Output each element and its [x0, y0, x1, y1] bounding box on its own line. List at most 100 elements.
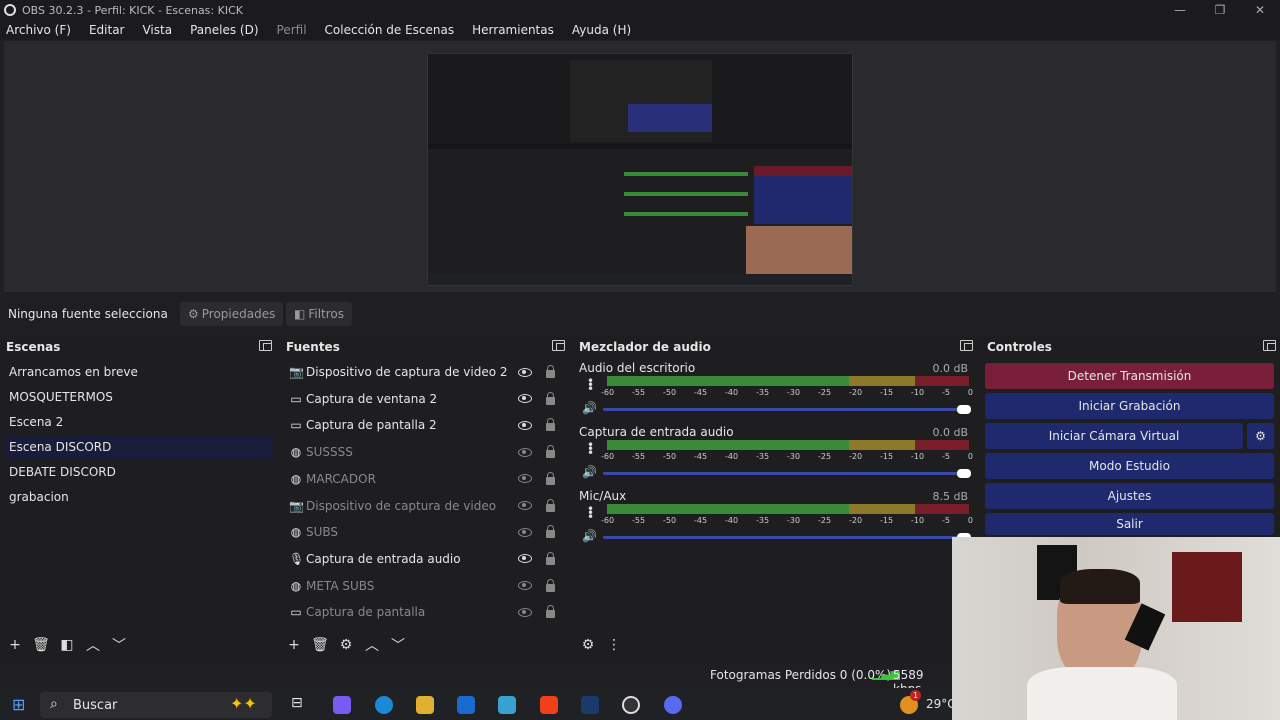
scene-item[interactable]: DEBATE DISCORD	[3, 460, 273, 484]
undock-icon[interactable]	[552, 340, 565, 351]
source-item[interactable]: 🎙 Captura de entrada audio	[287, 546, 565, 572]
start-recording-button[interactable]: Iniciar Grabación	[985, 393, 1274, 419]
steam-icon[interactable]	[581, 696, 599, 714]
add-icon[interactable]: +	[281, 637, 307, 653]
speaker-icon[interactable]: 🔊	[582, 529, 597, 543]
scene-item[interactable]: Escena 2	[3, 410, 273, 434]
visibility-eye-icon[interactable]	[518, 474, 532, 484]
lock-icon[interactable]	[546, 365, 555, 378]
lock-icon[interactable]	[546, 551, 555, 565]
up-icon[interactable]: ︿	[359, 635, 385, 655]
filters-label: Filtros	[308, 307, 345, 321]
lock-icon[interactable]	[546, 445, 555, 459]
undock-icon[interactable]	[960, 340, 973, 351]
visibility-eye-icon[interactable]	[518, 420, 532, 430]
outlook-icon[interactable]	[457, 696, 475, 714]
taskbar-search[interactable]: ⌕ Buscar ✦✦	[40, 692, 272, 718]
speaker-icon[interactable]: 🔊	[582, 401, 597, 415]
channel-db: 0.0 dB	[932, 426, 968, 439]
menu-coleccion[interactable]: Colección de Escenas	[325, 23, 455, 37]
lock-icon[interactable]	[546, 578, 555, 592]
source-item[interactable]: ◍ SUBS	[287, 519, 565, 545]
lock-icon[interactable]	[546, 498, 555, 512]
task-view-icon[interactable]: ⊟	[291, 695, 303, 711]
discord-icon[interactable]	[664, 696, 682, 714]
visibility-eye-icon[interactable]	[518, 581, 532, 591]
menu-herramientas[interactable]: Herramientas	[472, 23, 554, 37]
volume-slider[interactable]	[603, 533, 971, 542]
menu-perfil[interactable]: Perfil	[277, 23, 307, 37]
explorer-icon[interactable]	[416, 696, 434, 714]
volume-knob[interactable]	[957, 405, 971, 414]
edge-icon[interactable]	[375, 696, 393, 714]
source-item[interactable]: ▭ Captura de pantalla 2	[287, 412, 565, 438]
source-item[interactable]: ◍ SUSSSS	[287, 439, 565, 465]
minimize-button[interactable]: —	[1160, 0, 1200, 20]
trash-icon[interactable]: 🗑	[28, 637, 54, 653]
source-item[interactable]: ◍ META SUBS	[287, 573, 565, 599]
source-item[interactable]: ▭ Captura de pantalla	[287, 599, 565, 625]
visibility-eye-icon[interactable]	[518, 607, 532, 617]
lock-icon[interactable]	[546, 418, 555, 432]
filters-button[interactable]: ◧ Filtros	[286, 302, 353, 326]
menu-archivo[interactable]: Archivo (F)	[6, 23, 71, 37]
filter-icon[interactable]: ◧	[54, 637, 80, 653]
more-icon[interactable]: • • •	[587, 439, 594, 459]
visibility-eye-icon[interactable]	[518, 447, 532, 457]
studio-mode-button[interactable]: Modo Estudio	[985, 453, 1274, 479]
down-icon[interactable]: ﹀	[106, 635, 132, 655]
undock-icon[interactable]	[1263, 340, 1276, 351]
gear-icon[interactable]: ⚙	[333, 637, 359, 653]
trash-icon[interactable]: 🗑	[307, 637, 333, 653]
menu-editar[interactable]: Editar	[89, 23, 125, 37]
start-virtual-cam-button[interactable]: Iniciar Cámara Virtual	[985, 423, 1243, 449]
volume-slider[interactable]	[603, 469, 971, 478]
scene-item[interactable]: Arrancamos en breve	[3, 360, 273, 384]
more-icon[interactable]: • • •	[587, 503, 594, 523]
up-icon[interactable]: ︿	[80, 635, 106, 655]
visibility-eye-icon[interactable]	[518, 554, 532, 564]
lock-icon[interactable]	[546, 525, 555, 539]
source-item[interactable]: ▭ Captura de ventana 2	[287, 386, 565, 412]
visibility-eye-icon[interactable]	[518, 367, 532, 377]
obs-icon[interactable]	[622, 696, 640, 714]
close-button[interactable]: ✕	[1240, 0, 1280, 20]
source-item[interactable]: 📷 Dispositivo de captura de video 2	[287, 359, 565, 385]
app-icon[interactable]	[498, 696, 516, 714]
gear-icon[interactable]: ⚙	[575, 637, 601, 653]
scene-item[interactable]: grabacion	[3, 485, 273, 509]
virtual-cam-settings-button[interactable]: ⚙	[1247, 423, 1274, 449]
volume-knob[interactable]	[957, 469, 971, 478]
speaker-icon[interactable]: 🔊	[582, 465, 597, 479]
add-icon[interactable]: +	[2, 637, 28, 653]
more-icon[interactable]: ⋮	[601, 637, 627, 653]
down-icon[interactable]: ﹀	[385, 635, 411, 655]
lock-icon[interactable]	[546, 471, 555, 485]
lock-icon[interactable]	[546, 391, 555, 405]
source-item[interactable]: 📷 Dispositivo de captura de video	[287, 493, 565, 519]
scene-item-selected[interactable]: Escena DISCORD	[3, 435, 273, 459]
lock-icon[interactable]	[546, 605, 555, 619]
menu-ayuda[interactable]: Ayuda (H)	[572, 23, 631, 37]
visibility-eye-icon[interactable]	[518, 394, 532, 404]
more-icon[interactable]: • • •	[587, 375, 594, 395]
tick-label: -15	[880, 516, 894, 525]
visibility-eye-icon[interactable]	[518, 501, 532, 510]
scene-item[interactable]: MOSQUETERMOS	[3, 385, 273, 409]
windows-icon[interactable]: ⊞	[12, 695, 25, 714]
visibility-eye-icon[interactable]	[518, 527, 532, 537]
source-name: Captura de pantalla 2	[306, 418, 437, 433]
maximize-button[interactable]: ❐	[1200, 0, 1240, 20]
exit-button[interactable]: Salir	[985, 513, 1274, 535]
brave-icon[interactable]	[540, 696, 558, 714]
menu-vista[interactable]: Vista	[142, 23, 172, 37]
copilot-icon[interactable]	[333, 696, 351, 714]
undock-icon[interactable]	[259, 340, 272, 351]
search-label: Buscar	[73, 698, 118, 713]
source-item[interactable]: ◍ MARCADOR	[287, 466, 565, 492]
menu-paneles[interactable]: Paneles (D)	[190, 23, 258, 37]
settings-button[interactable]: Ajustes	[985, 483, 1274, 509]
volume-slider[interactable]	[603, 405, 971, 414]
stop-stream-button[interactable]: Detener Transmisión	[985, 363, 1274, 389]
properties-button[interactable]: ⚙ Propiedades	[180, 302, 284, 326]
